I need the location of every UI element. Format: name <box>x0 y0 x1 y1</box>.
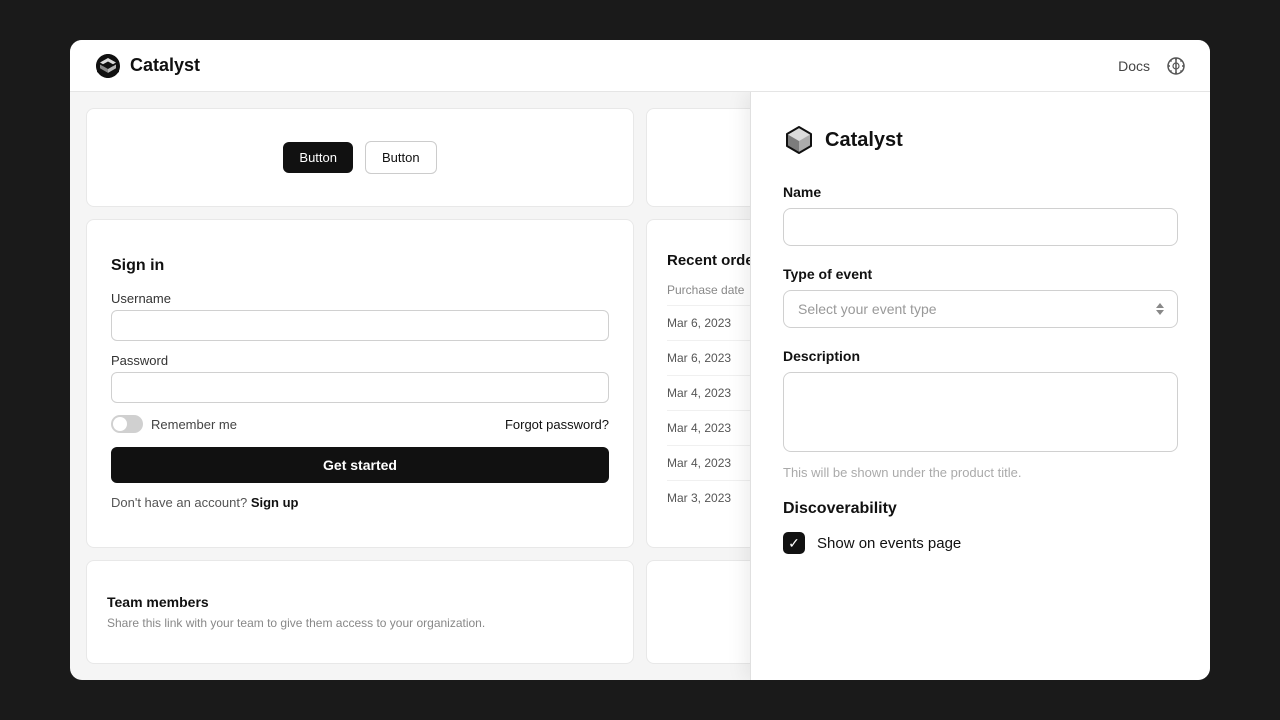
checkmark-icon: ✓ <box>788 536 800 550</box>
remember-me-label: Remember me <box>151 417 237 432</box>
nav-bar: Catalyst Docs <box>70 40 1210 92</box>
show-events-label: Show on events page <box>817 535 961 552</box>
nav-logo-text: Catalyst <box>130 55 200 76</box>
team-members-card: Team members Share this link with your t… <box>86 560 634 664</box>
type-select[interactable]: Select your event type Conference Worksh… <box>783 290 1178 328</box>
content-area: Button Button Open dialog Sign in Userna… <box>70 92 1210 680</box>
team-title: Team members <box>107 594 209 610</box>
password-label: Password <box>111 353 168 368</box>
solid-button[interactable]: Button <box>283 142 353 173</box>
nav-right: Docs <box>1118 56 1186 76</box>
team-desc: Share this link with your team to give t… <box>107 616 485 630</box>
signin-title: Sign in <box>111 257 164 275</box>
name-field-label: Name <box>783 184 1178 200</box>
name-input[interactable] <box>783 208 1178 246</box>
nav-docs-link[interactable]: Docs <box>1118 58 1150 74</box>
remember-me-toggle[interactable] <box>111 415 143 433</box>
theme-toggle-icon[interactable] <box>1166 56 1186 76</box>
signin-card: Sign in Username Password Remember me Fo… <box>86 219 634 548</box>
username-input[interactable] <box>111 310 609 341</box>
panel-catalyst-logo-icon <box>783 124 815 156</box>
show-events-row: ✓ Show on events page <box>783 532 1178 554</box>
password-input[interactable] <box>111 372 609 403</box>
panel-logo-text: Catalyst <box>825 129 903 152</box>
description-field-label: Description <box>783 348 1178 364</box>
signin-options: Remember me Forgot password? <box>111 415 609 433</box>
type-select-wrapper: Select your event type Conference Worksh… <box>783 290 1178 328</box>
right-panel: Catalyst Name Type of event Select your … <box>750 92 1210 680</box>
panel-logo: Catalyst <box>783 124 1178 156</box>
forgot-password-link[interactable]: Forgot password? <box>505 417 609 432</box>
buttons-card: Button Button <box>86 108 634 207</box>
description-hint: This will be shown under the product tit… <box>783 465 1178 480</box>
catalyst-logo-icon <box>94 52 122 80</box>
type-field-label: Type of event <box>783 266 1178 282</box>
signup-link[interactable]: Sign up <box>251 495 299 510</box>
show-events-checkbox[interactable]: ✓ <box>783 532 805 554</box>
description-input[interactable] <box>783 372 1178 452</box>
discoverability-section-title: Discoverability <box>783 500 1178 518</box>
username-label: Username <box>111 291 171 306</box>
signup-row: Don't have an account? Sign up <box>111 495 299 510</box>
nav-logo: Catalyst <box>94 52 200 80</box>
get-started-button[interactable]: Get started <box>111 447 609 483</box>
outline-button[interactable]: Button <box>365 141 437 174</box>
remember-me-row: Remember me <box>111 415 237 433</box>
